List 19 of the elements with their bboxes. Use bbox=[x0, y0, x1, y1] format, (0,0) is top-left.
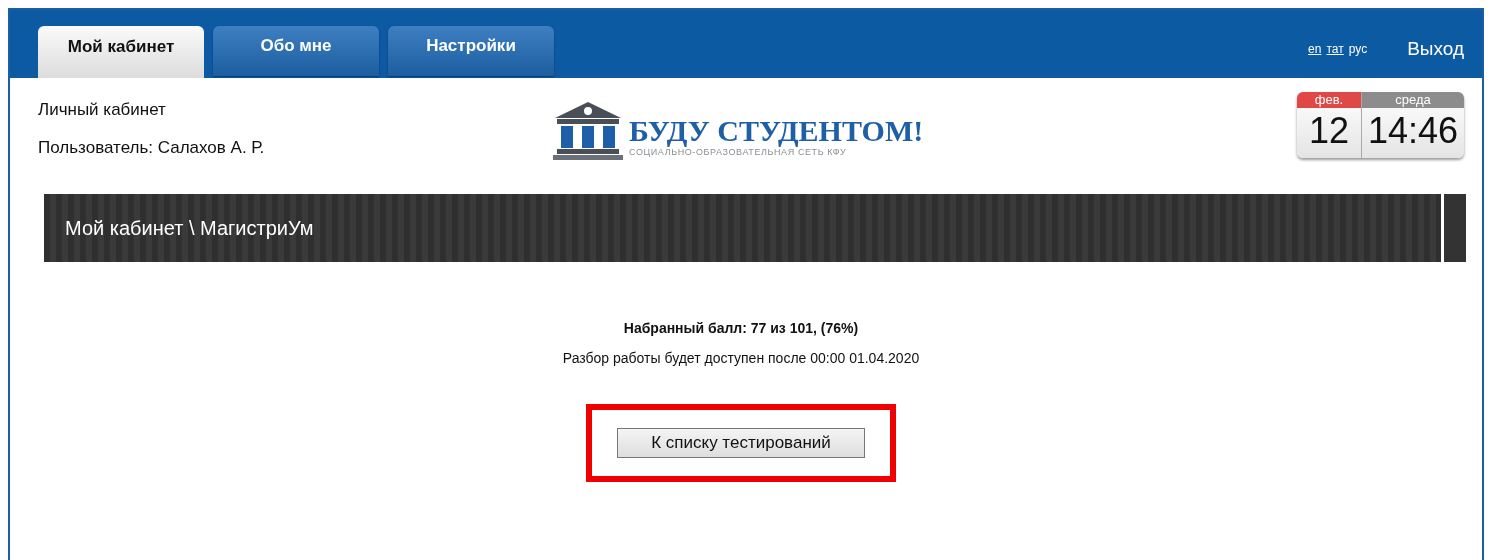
month-label: фев. bbox=[1297, 92, 1361, 108]
language-link[interactable]: en bbox=[1308, 42, 1322, 56]
logo-subtitle: СОЦИАЛЬНО-ОБРАЗОВАТЕЛЬНАЯ СЕТЬ КФУ bbox=[629, 147, 847, 157]
review-note: Разбор работы будет доступен после 00:00 01.04.2020 bbox=[562, 350, 920, 366]
weekday-label: среда bbox=[1362, 92, 1464, 108]
day-number: 12 bbox=[1308, 109, 1349, 153]
logout-link[interactable]: Выход bbox=[1407, 38, 1464, 60]
nav-tab[interactable]: Мой кабинет bbox=[38, 26, 204, 78]
nav-tab[interactable]: Обо мне bbox=[213, 26, 379, 76]
score-text: Набранный балл: 77 из 101, (76%) bbox=[623, 320, 859, 336]
test-list-button[interactable]: К списку тестирований bbox=[617, 428, 865, 458]
building-icon bbox=[553, 100, 623, 160]
nav-tab[interactable]: Настройки bbox=[388, 26, 554, 76]
clock-time: 14:46 bbox=[1367, 109, 1459, 153]
language-link[interactable]: тат bbox=[1326, 42, 1344, 56]
breadcrumb: Мой кабинет \ МагистриУм bbox=[65, 216, 314, 240]
user-name: Пользователь: Салахов А. Р. bbox=[38, 138, 266, 158]
language-link[interactable]: рус bbox=[1348, 42, 1368, 56]
cabinet-title: Личный кабинет bbox=[38, 100, 167, 120]
